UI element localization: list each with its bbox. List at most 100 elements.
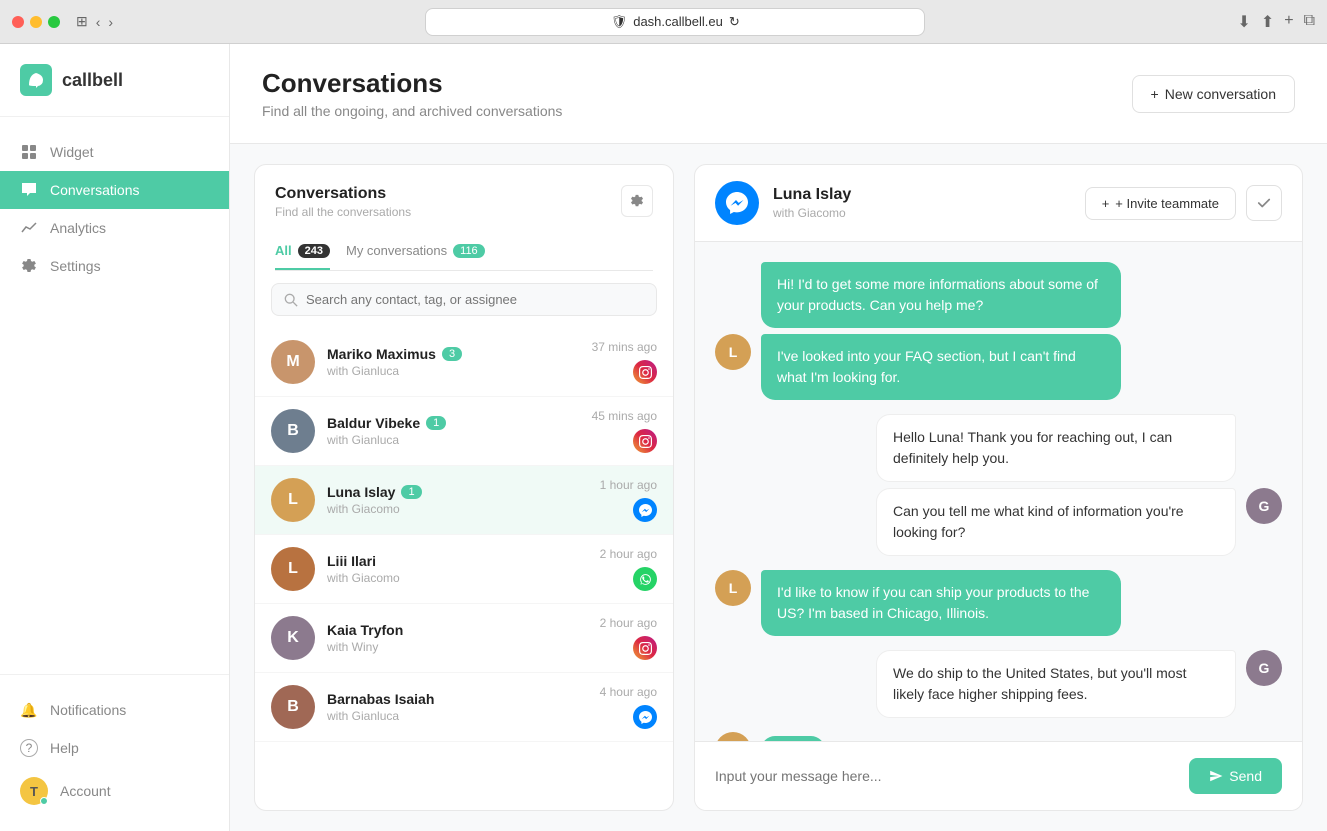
conv-info: Mariko Maximus 3 with Gianluca bbox=[327, 346, 580, 378]
back-button[interactable]: ‹ bbox=[96, 13, 101, 30]
plus-icon: + bbox=[1102, 196, 1110, 211]
send-button[interactable]: Send bbox=[1189, 758, 1282, 794]
conv-time: 37 mins ago bbox=[592, 340, 657, 354]
msg-row: L I've looked into your FAQ section, but… bbox=[715, 334, 1282, 400]
invite-teammate-button[interactable]: + + Invite teammate bbox=[1085, 187, 1236, 220]
send-label: Send bbox=[1229, 768, 1262, 784]
content-area: Conversations Find all the conversations… bbox=[230, 144, 1327, 831]
search-bar bbox=[255, 271, 673, 328]
minimize-button[interactable] bbox=[30, 16, 42, 28]
sidebar-item-conversations[interactable]: Conversations bbox=[0, 171, 229, 209]
chat-input-area: Send bbox=[695, 741, 1302, 810]
msg-row: Hi! I'd to get some more informations ab… bbox=[715, 262, 1282, 328]
tab-my-label: My conversations bbox=[346, 243, 447, 258]
tab-all-badge: 243 bbox=[298, 244, 330, 258]
list-item[interactable]: L Liii Ilari with Giacomo 2 hour ago bbox=[255, 535, 673, 604]
message-bubble: Hi! I'd to get some more informations ab… bbox=[761, 262, 1121, 328]
avatar: K bbox=[271, 616, 315, 660]
main-header: Conversations Find all the ongoing, and … bbox=[230, 44, 1327, 144]
tab-all-label: All bbox=[275, 243, 292, 258]
conv-settings-button[interactable] bbox=[621, 185, 653, 217]
message-group-outgoing-1: Hello Luna! Thank you for reaching out, … bbox=[715, 414, 1282, 556]
chat-contact-info: Luna Islay with Giacomo bbox=[773, 186, 1071, 220]
chat-channel-icon bbox=[715, 181, 759, 225]
sidebar-item-settings[interactable]: Settings bbox=[0, 247, 229, 285]
conv-name: Kaia Tryfon bbox=[327, 622, 403, 638]
search-input[interactable] bbox=[306, 292, 644, 307]
channel-icon bbox=[633, 498, 657, 522]
list-item[interactable]: B Baldur Vibeke 1 with Gianluca 45 mins … bbox=[255, 397, 673, 466]
list-item[interactable]: L Luna Islay 1 with Giacomo 1 hour ago bbox=[255, 466, 673, 535]
sidebar-item-label-help: Help bbox=[50, 740, 79, 756]
conv-meta: 4 hour ago bbox=[600, 685, 657, 729]
avatar: M bbox=[271, 340, 315, 384]
list-item[interactable]: B Barnabas Isaiah with Gianluca 4 hour a… bbox=[255, 673, 673, 742]
avatar: B bbox=[271, 685, 315, 729]
sidebar-logo: callbell bbox=[0, 44, 229, 117]
conv-time: 2 hour ago bbox=[600, 616, 657, 630]
sidebar-item-notifications[interactable]: 🔔 Notifications bbox=[0, 691, 229, 729]
avatar: L bbox=[271, 547, 315, 591]
channel-icon bbox=[633, 705, 657, 729]
forward-button[interactable]: › bbox=[108, 13, 113, 30]
msg-row: L I'd like to know if you can ship your … bbox=[715, 570, 1282, 636]
conv-assignee: with Gianluca bbox=[327, 433, 580, 447]
conv-info: Kaia Tryfon with Winy bbox=[327, 622, 588, 654]
conv-assignee: with Winy bbox=[327, 640, 588, 654]
page-title: Conversations bbox=[262, 68, 562, 99]
analytics-icon bbox=[20, 219, 38, 237]
avatar: G bbox=[1246, 488, 1282, 524]
add-tab-icon[interactable]: + bbox=[1284, 12, 1293, 32]
conv-time: 2 hour ago bbox=[600, 547, 657, 561]
conv-name: Mariko Maximus bbox=[327, 346, 436, 362]
main-content: Conversations Find all the ongoing, and … bbox=[230, 44, 1327, 831]
help-icon: ? bbox=[20, 739, 38, 757]
tab-all[interactable]: All 243 bbox=[275, 235, 330, 270]
conv-unread-badge: 3 bbox=[442, 347, 462, 361]
sidebar-toggle[interactable]: ⊞ bbox=[76, 13, 88, 30]
message-bubble: We do ship to the United States, but you… bbox=[876, 650, 1236, 718]
maximize-button[interactable] bbox=[48, 16, 60, 28]
close-button[interactable] bbox=[12, 16, 24, 28]
security-icon: 🛡 bbox=[611, 14, 628, 30]
chat-contact-sub: with Giacomo bbox=[773, 206, 1071, 220]
sidebar-item-widget[interactable]: Widget bbox=[0, 133, 229, 171]
conv-info: Liii Ilari with Giacomo bbox=[327, 553, 588, 585]
sidebar-item-help[interactable]: ? Help bbox=[0, 729, 229, 767]
msg-row: We do ship to the United States, but you… bbox=[876, 650, 1282, 718]
reload-icon: ↻ bbox=[729, 14, 740, 30]
conv-panel-header: Conversations Find all the conversations… bbox=[255, 165, 673, 271]
traffic-lights bbox=[12, 16, 60, 28]
check-button[interactable] bbox=[1246, 185, 1282, 221]
browser-actions: ⬇ ⬆ + ⧉ bbox=[1237, 12, 1315, 32]
sidebar-item-label-settings: Settings bbox=[50, 258, 101, 274]
conv-info: Barnabas Isaiah with Gianluca bbox=[327, 691, 588, 723]
logo-icon bbox=[20, 64, 52, 96]
message-bubble: Hello Luna! Thank you for reaching out, … bbox=[876, 414, 1236, 482]
chat-actions: + + Invite teammate bbox=[1085, 185, 1282, 221]
browser-chrome: ⊞ ‹ › 🛡 dash.callbell.eu ↻ ⬇ ⬆ + ⧉ bbox=[0, 0, 1327, 44]
list-item[interactable]: M Mariko Maximus 3 with Gianluca 37 mins… bbox=[255, 328, 673, 397]
tab-my-conversations[interactable]: My conversations 116 bbox=[346, 235, 485, 270]
sidebar-item-account[interactable]: T Account bbox=[0, 767, 229, 815]
avatar: L bbox=[715, 732, 751, 741]
new-conversation-button[interactable]: + New conversation bbox=[1132, 75, 1295, 113]
sidebar-item-analytics[interactable]: Analytics bbox=[0, 209, 229, 247]
message-group-incoming-1: Hi! I'd to get some more informations ab… bbox=[715, 262, 1282, 400]
chat-contact-name: Luna Islay bbox=[773, 186, 1071, 204]
list-item[interactable]: K Kaia Tryfon with Winy 2 hour ago bbox=[255, 604, 673, 673]
plus-icon: + bbox=[1151, 86, 1159, 102]
address-bar[interactable]: 🛡 dash.callbell.eu ↻ bbox=[425, 8, 925, 36]
sidebar-item-label-account: Account bbox=[60, 783, 111, 799]
notifications-icon: 🔔 bbox=[20, 701, 38, 719]
conv-assignee: with Gianluca bbox=[327, 364, 580, 378]
tabs-icon[interactable]: ⧉ bbox=[1304, 12, 1315, 32]
conv-name: Liii Ilari bbox=[327, 553, 376, 569]
conv-name: Barnabas Isaiah bbox=[327, 691, 434, 707]
conv-info: Baldur Vibeke 1 with Gianluca bbox=[327, 415, 580, 447]
chat-messages: Hi! I'd to get some more informations ab… bbox=[695, 242, 1302, 741]
message-input[interactable] bbox=[715, 768, 1177, 784]
download-icon[interactable]: ⬇ bbox=[1237, 12, 1250, 32]
settings-icon bbox=[20, 257, 38, 275]
share-icon[interactable]: ⬆ bbox=[1261, 12, 1274, 32]
